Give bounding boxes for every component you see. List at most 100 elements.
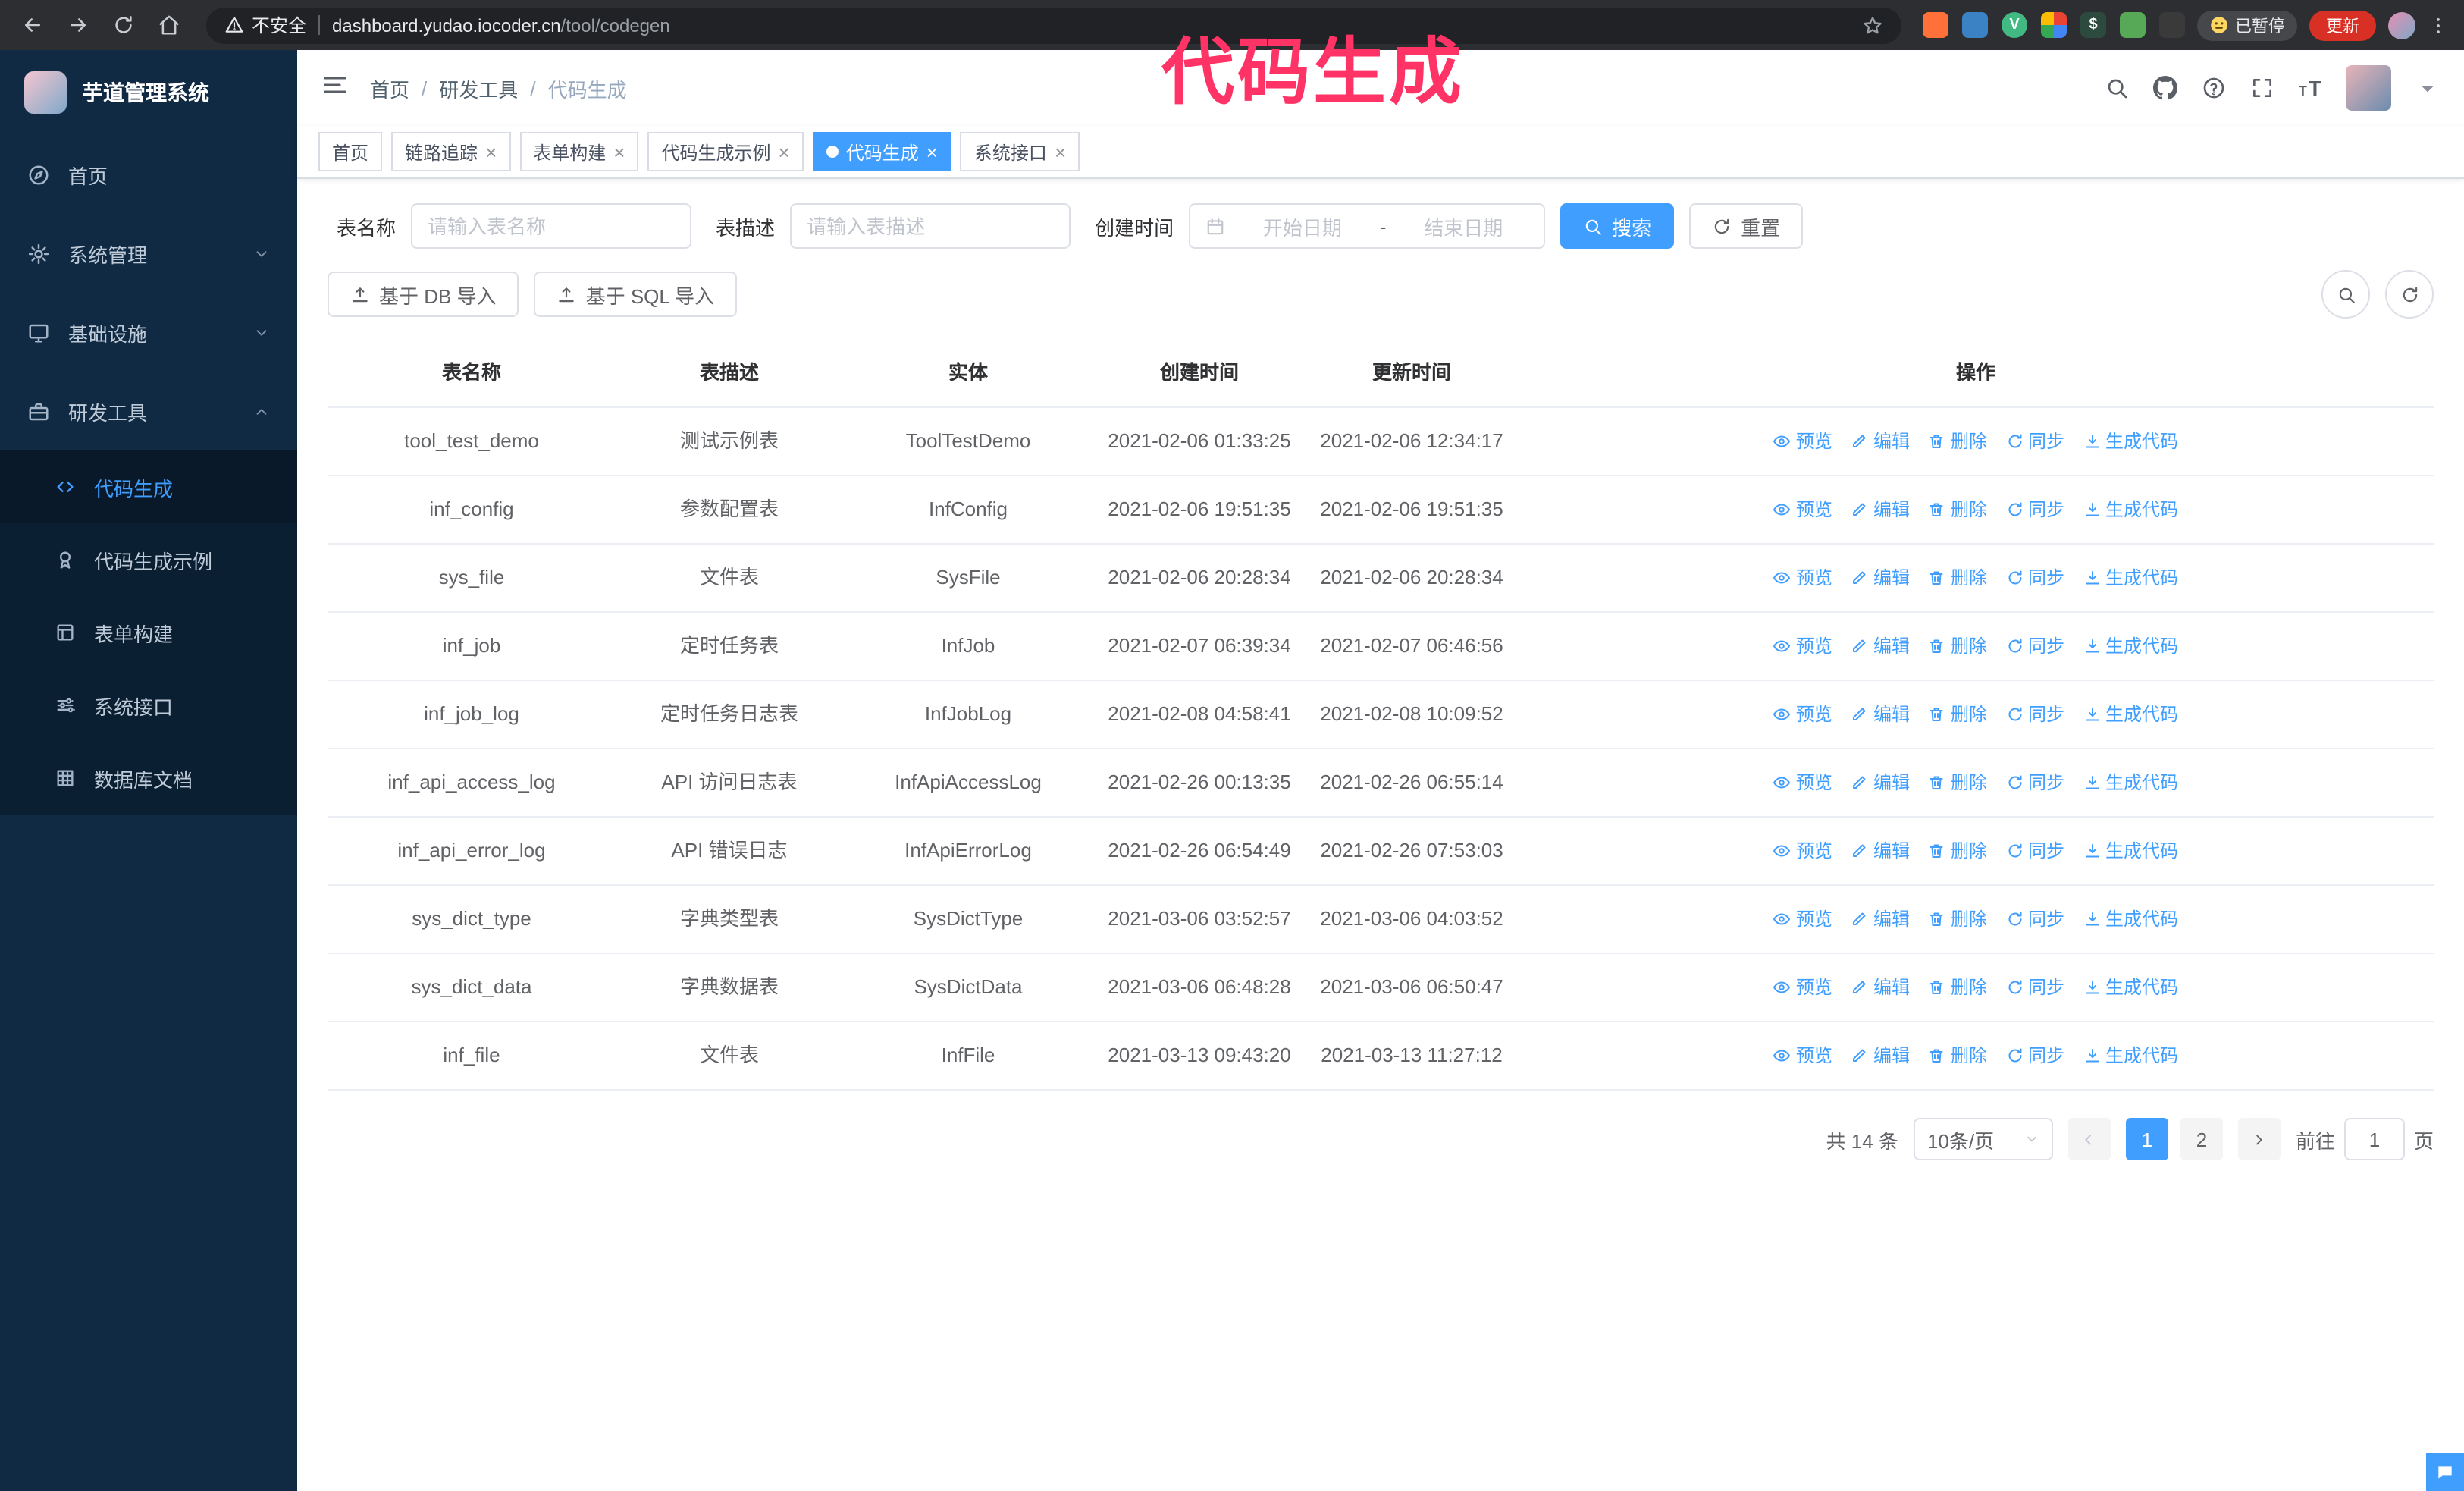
help-icon[interactable]	[2202, 76, 2226, 100]
action-generate-code[interactable]: 生成代码	[2083, 972, 2178, 1003]
back-button[interactable]	[15, 8, 49, 42]
action-generate-code[interactable]: 生成代码	[2083, 1041, 2178, 1071]
sidebar-sub-item-db-doc[interactable]: 数据库文档	[0, 742, 297, 815]
address-bar[interactable]: 不安全 dashboard.yudao.iocoder.cn/tool/code…	[206, 7, 1901, 43]
action-sync[interactable]: 同步	[2005, 836, 2064, 866]
action-delete[interactable]: 删除	[1928, 494, 1987, 525]
action-delete[interactable]: 删除	[1928, 972, 1987, 1003]
action-preview[interactable]: 预览	[1773, 1041, 1832, 1071]
tab-form-builder[interactable]: 表单构建 ×	[519, 132, 639, 171]
action-preview[interactable]: 预览	[1773, 426, 1832, 457]
tab-close-icon[interactable]: ×	[613, 142, 625, 162]
tab-home[interactable]: 首页	[318, 132, 383, 171]
action-sync[interactable]: 同步	[2005, 767, 2064, 798]
chrome-update-button[interactable]: 更新	[2309, 10, 2376, 40]
action-preview[interactable]: 预览	[1773, 631, 1832, 661]
action-sync[interactable]: 同步	[2005, 1041, 2064, 1071]
action-edit[interactable]: 编辑	[1851, 972, 1910, 1003]
date-range-picker[interactable]: 开始日期 - 结束日期	[1189, 203, 1546, 249]
action-edit[interactable]: 编辑	[1851, 426, 1910, 457]
import-sql-button[interactable]: 基于 SQL 导入	[534, 272, 738, 317]
action-sync[interactable]: 同步	[2005, 699, 2064, 730]
action-edit[interactable]: 编辑	[1851, 1041, 1910, 1071]
search-button[interactable]: 搜索	[1560, 203, 1675, 249]
action-preview[interactable]: 预览	[1773, 563, 1832, 593]
app-logo[interactable]: 芋道管理系统	[0, 50, 297, 135]
action-sync[interactable]: 同步	[2005, 904, 2064, 934]
tab-close-icon[interactable]: ×	[926, 142, 938, 162]
sidebar-sub-item-form-builder[interactable]: 表单构建	[0, 596, 297, 669]
page-size-select[interactable]: 10条/页	[1913, 1118, 2053, 1160]
table-desc-input[interactable]	[790, 203, 1071, 249]
sidebar-sub-item-codegen[interactable]: 代码生成	[0, 450, 297, 523]
action-sync[interactable]: 同步	[2005, 563, 2064, 593]
action-edit[interactable]: 编辑	[1851, 494, 1910, 525]
action-generate-code[interactable]: 生成代码	[2083, 631, 2178, 661]
tab-close-icon[interactable]: ×	[485, 142, 497, 162]
fullscreen-icon[interactable]	[2250, 76, 2274, 100]
action-delete[interactable]: 删除	[1928, 904, 1987, 934]
home-button[interactable]	[152, 8, 185, 42]
action-edit[interactable]: 编辑	[1851, 699, 1910, 730]
action-edit[interactable]: 编辑	[1851, 631, 1910, 661]
refresh-table-button[interactable]	[2385, 270, 2434, 319]
action-preview[interactable]: 预览	[1773, 904, 1832, 934]
dark-knot-extension-icon[interactable]	[2159, 12, 2185, 38]
blue-drop-extension-icon[interactable]	[1962, 12, 1988, 38]
action-generate-code[interactable]: 生成代码	[2083, 494, 2178, 525]
action-preview[interactable]: 预览	[1773, 836, 1832, 866]
action-sync[interactable]: 同步	[2005, 972, 2064, 1003]
action-delete[interactable]: 删除	[1928, 767, 1987, 798]
page-button-1[interactable]: 1	[2125, 1118, 2168, 1160]
action-edit[interactable]: 编辑	[1851, 836, 1910, 866]
action-delete[interactable]: 删除	[1928, 836, 1987, 866]
reload-button[interactable]	[106, 8, 140, 42]
colorful-grid-extension-icon[interactable]	[2041, 12, 2067, 38]
action-preview[interactable]: 预览	[1773, 767, 1832, 798]
tab-codegen-example[interactable]: 代码生成示例 ×	[647, 132, 804, 171]
breadcrumb-devtools[interactable]: 研发工具	[439, 74, 518, 102]
forward-button[interactable]	[61, 8, 94, 42]
sidebar-sub-item-system-api[interactable]: 系统接口	[0, 669, 297, 742]
goto-page-input[interactable]	[2343, 1118, 2405, 1160]
action-delete[interactable]: 删除	[1928, 563, 1987, 593]
action-delete[interactable]: 删除	[1928, 699, 1987, 730]
prev-page-button[interactable]	[2067, 1118, 2111, 1160]
action-sync[interactable]: 同步	[2005, 631, 2064, 661]
action-generate-code[interactable]: 生成代码	[2083, 563, 2178, 593]
tab-codegen[interactable]: 代码生成 ×	[812, 132, 951, 171]
action-delete[interactable]: 删除	[1928, 1041, 1987, 1071]
next-page-button[interactable]	[2237, 1118, 2281, 1160]
avatar-caret-icon[interactable]	[2415, 76, 2440, 100]
github-icon[interactable]	[2152, 76, 2177, 100]
action-edit[interactable]: 编辑	[1851, 904, 1910, 934]
action-edit[interactable]: 编辑	[1851, 767, 1910, 798]
action-edit[interactable]: 编辑	[1851, 563, 1910, 593]
action-sync[interactable]: 同步	[2005, 494, 2064, 525]
import-db-button[interactable]: 基于 DB 导入	[328, 272, 519, 317]
reset-button[interactable]: 重置	[1689, 203, 1804, 249]
action-generate-code[interactable]: 生成代码	[2083, 767, 2178, 798]
vue-devtools-icon[interactable]: V	[2002, 12, 2027, 38]
browser-profile-avatar[interactable]	[2388, 11, 2415, 39]
tab-system-api[interactable]: 系统接口 ×	[960, 132, 1080, 171]
action-sync[interactable]: 同步	[2005, 426, 2064, 457]
floating-widget[interactable]	[2426, 1453, 2464, 1491]
sidebar-toggle-button[interactable]	[321, 71, 349, 105]
action-generate-code[interactable]: 生成代码	[2083, 904, 2178, 934]
action-preview[interactable]: 预览	[1773, 699, 1832, 730]
toggle-search-button[interactable]	[2321, 270, 2370, 319]
breadcrumb-home[interactable]: 首页	[370, 74, 409, 102]
bookmark-star-icon[interactable]	[1862, 14, 1883, 36]
action-preview[interactable]: 预览	[1773, 972, 1832, 1003]
action-delete[interactable]: 删除	[1928, 631, 1987, 661]
user-avatar[interactable]	[2346, 65, 2391, 111]
green-extension-icon[interactable]	[2120, 12, 2146, 38]
tab-close-icon[interactable]: ×	[1055, 142, 1066, 162]
action-generate-code[interactable]: 生成代码	[2083, 426, 2178, 457]
paused-badge[interactable]: 已暂停	[2197, 10, 2297, 40]
tab-trace[interactable]: 链路追踪 ×	[391, 132, 511, 171]
orange-extension-icon[interactable]	[1923, 12, 1948, 38]
sidebar-sub-item-codegen-example[interactable]: 代码生成示例	[0, 523, 297, 596]
tab-close-icon[interactable]: ×	[779, 142, 790, 162]
